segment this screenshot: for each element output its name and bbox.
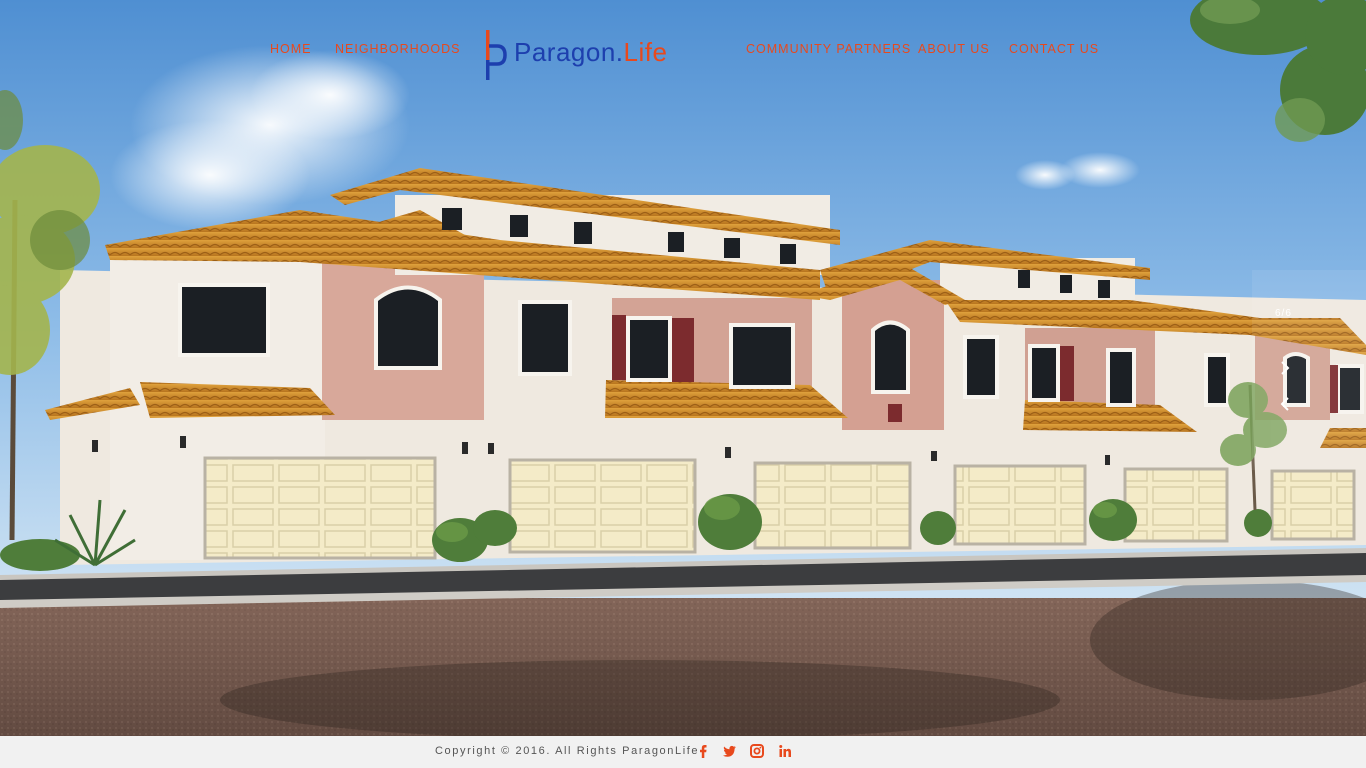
chevron-left-icon xyxy=(1280,397,1289,411)
facebook-icon xyxy=(700,745,707,758)
hero-slide-image xyxy=(0,0,1366,736)
nav-link-contact-us[interactable]: CONTACT US xyxy=(1009,42,1099,56)
site-footer: Copyright © 2016. All Rights ParagonLife xyxy=(0,736,1366,768)
twitter-link[interactable] xyxy=(721,743,737,759)
nav-link-community-partners[interactable]: COMMUNITY PARTNERS xyxy=(746,42,911,56)
logo-word-paragon: Paragon. xyxy=(514,37,624,67)
twitter-icon xyxy=(722,745,736,757)
slider-next-button[interactable] xyxy=(1278,360,1292,376)
linkedin-icon xyxy=(779,745,791,757)
page: HOME NEIGHBORHOODS COMMUNITY PARTNERS AB… xyxy=(0,0,1366,768)
nav-link-about-us[interactable]: ABOUT US xyxy=(918,42,990,56)
instagram-link[interactable] xyxy=(749,743,765,759)
site-logo[interactable]: Paragon.Life xyxy=(484,30,714,80)
linkedin-link[interactable] xyxy=(777,743,793,759)
instagram-icon xyxy=(750,744,764,758)
facebook-link[interactable] xyxy=(695,743,711,759)
logo-wordmark: Paragon.Life xyxy=(514,37,667,68)
slide-counter: 6/6 xyxy=(1275,308,1292,319)
chevron-right-icon xyxy=(1281,361,1290,375)
slider-prev-button[interactable] xyxy=(1278,396,1292,412)
nav-link-neighborhoods[interactable]: NEIGHBORHOODS xyxy=(335,42,461,56)
copyright-text: Copyright © 2016. All Rights ParagonLife xyxy=(435,745,700,757)
p-logo-mark-icon xyxy=(486,30,507,80)
nav-link-home[interactable]: HOME xyxy=(270,42,312,56)
logo-word-life: Life xyxy=(623,37,668,67)
